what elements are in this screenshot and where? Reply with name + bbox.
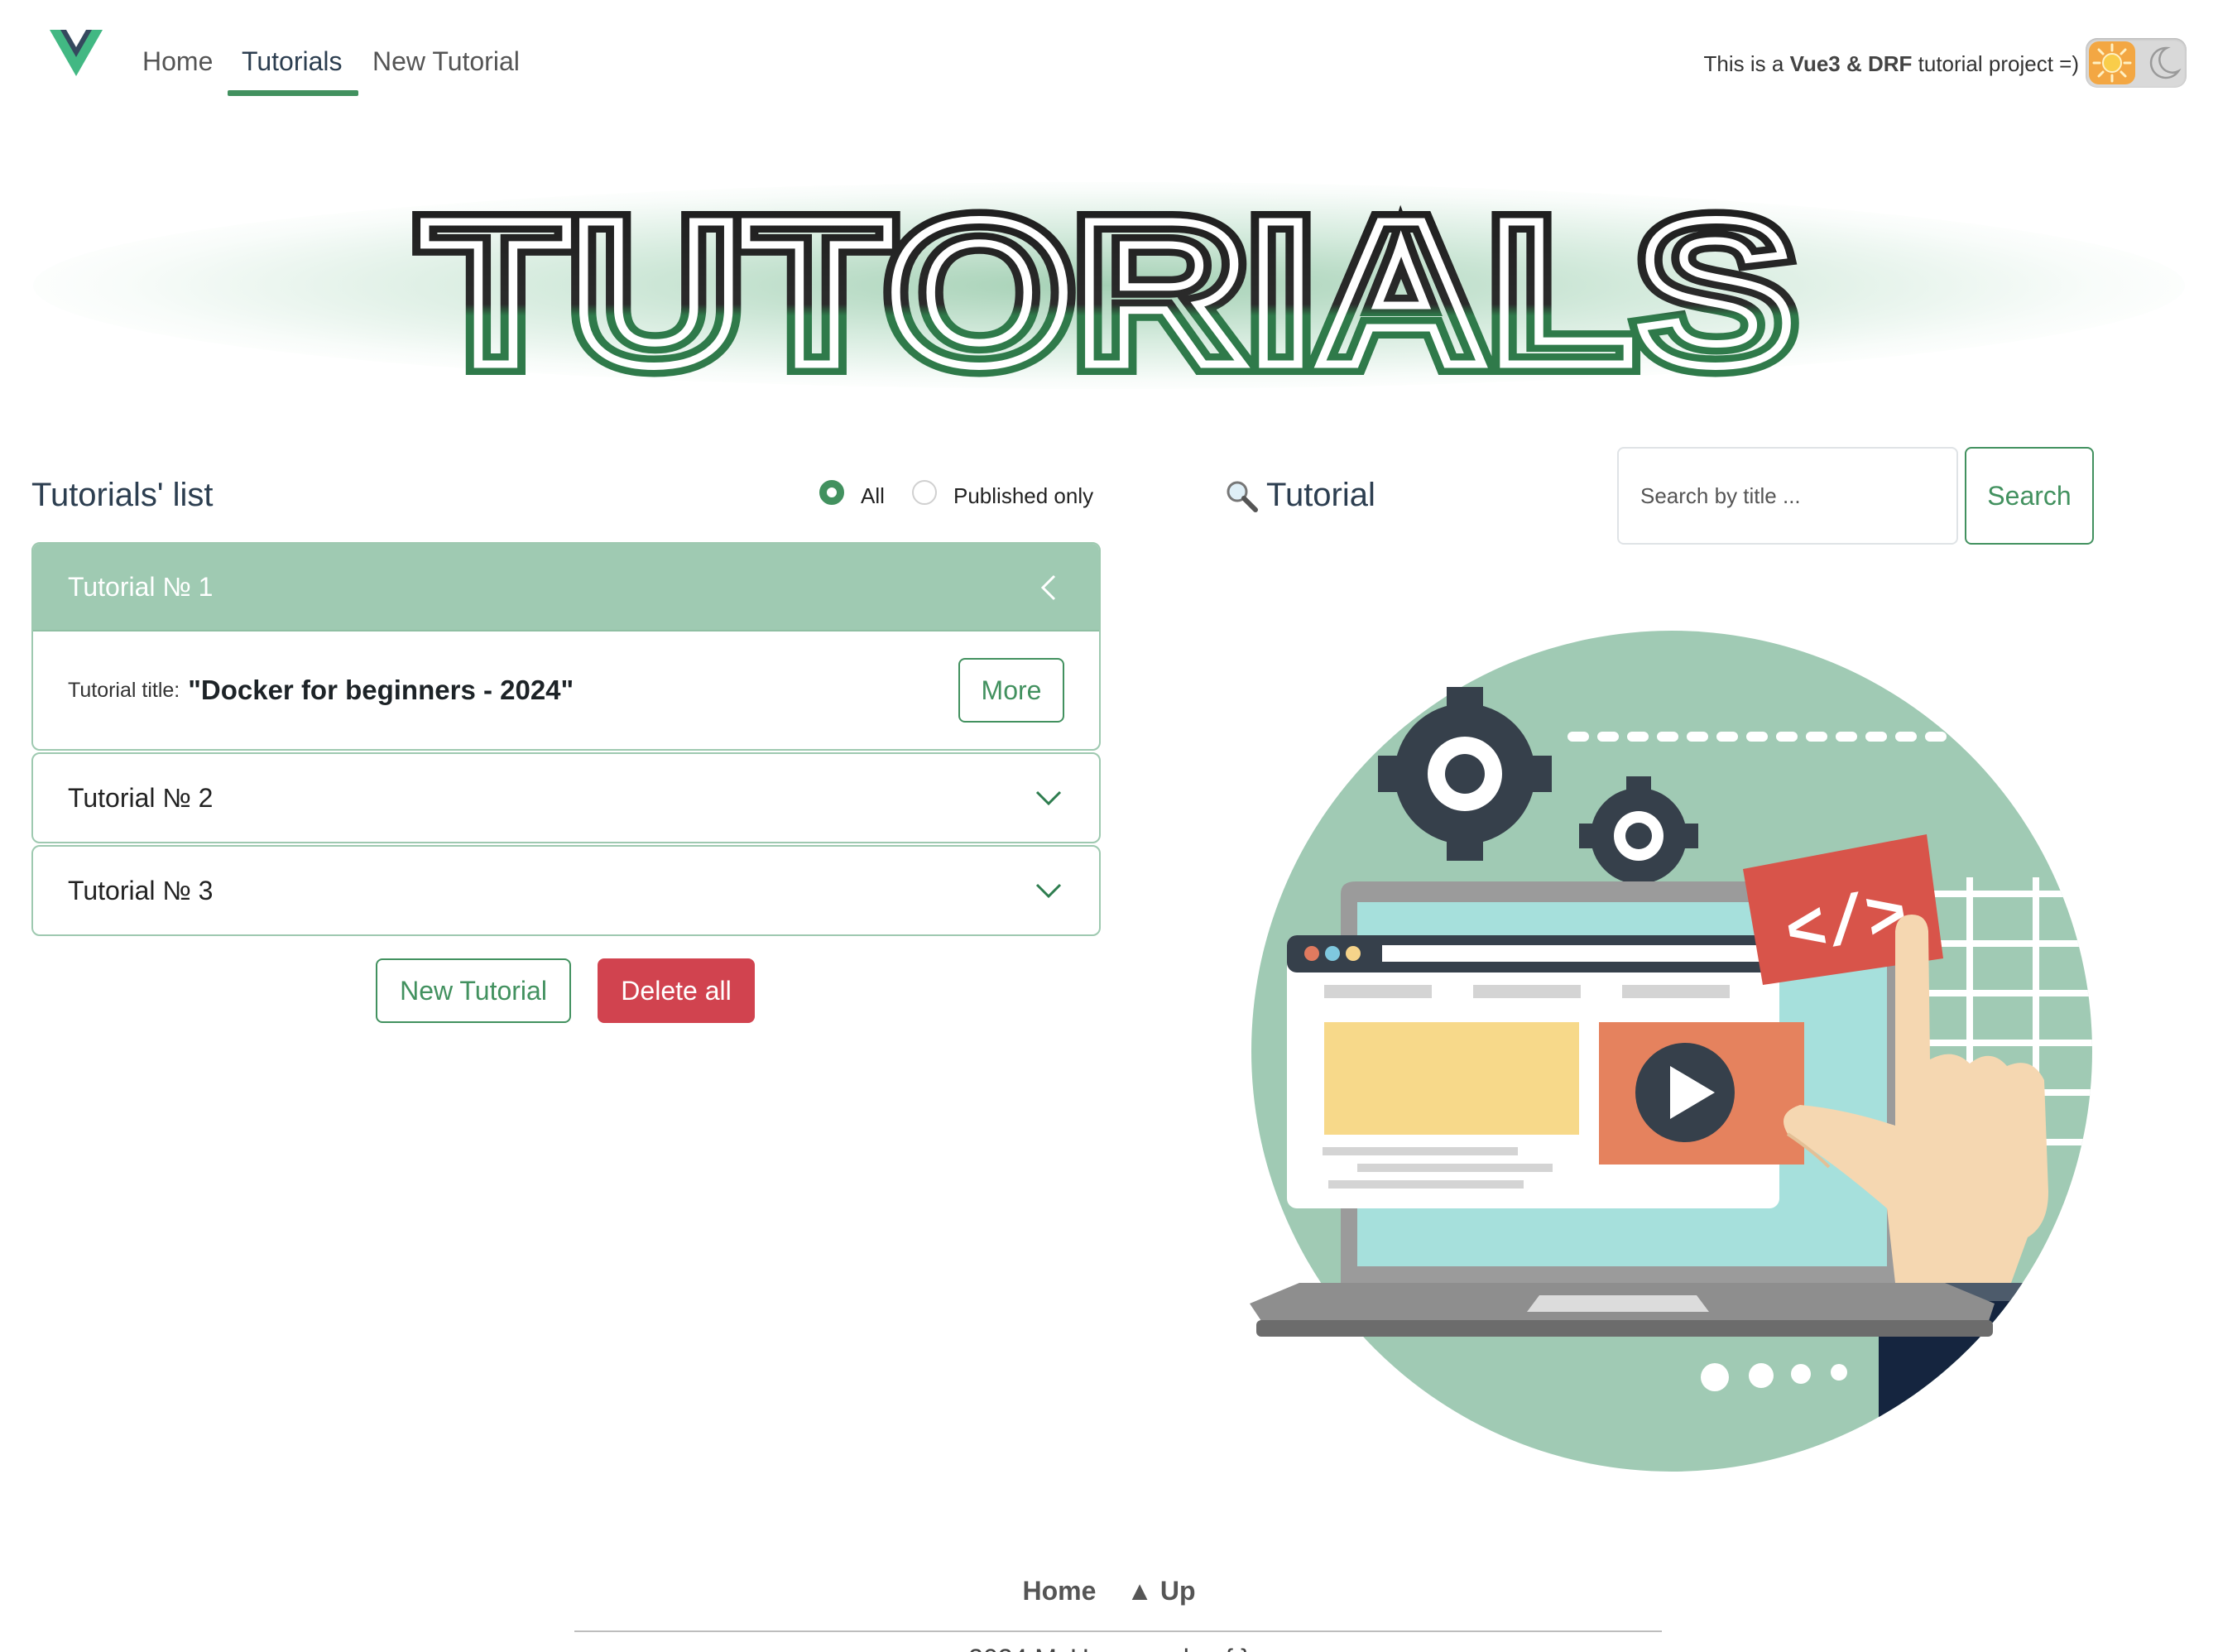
accordion-header[interactable]: Tutorial № 3 bbox=[33, 847, 1099, 934]
filter-all-radio[interactable] bbox=[819, 480, 844, 505]
accordion-header-label: Tutorial № 2 bbox=[68, 782, 214, 813]
search-heading: Tutorial bbox=[1225, 477, 1375, 514]
accordion-item: Tutorial № 1 Tutorial title: "Docker for… bbox=[31, 542, 1101, 751]
chevron-down-icon bbox=[1035, 790, 1062, 806]
hero-banner: TUTORIALS TUTORIALS bbox=[33, 157, 2185, 414]
vue-logo-icon[interactable] bbox=[50, 30, 103, 76]
magnifier-icon bbox=[1227, 481, 1258, 512]
accordion-item: Tutorial № 3 bbox=[31, 845, 1101, 936]
accordion-header-label: Tutorial № 3 bbox=[68, 875, 214, 905]
search-input[interactable] bbox=[1617, 447, 1958, 545]
more-button[interactable]: More bbox=[958, 658, 1064, 723]
new-tutorial-button[interactable]: New Tutorial bbox=[376, 958, 571, 1023]
nav-tutorials-link[interactable]: Tutorials bbox=[242, 46, 343, 77]
filter-published-radio[interactable] bbox=[912, 480, 937, 505]
hero-title: TUTORIALS TUTORIALS bbox=[411, 166, 1807, 414]
active-tab-indicator bbox=[228, 90, 358, 96]
navbar: Home Tutorials New Tutorial This is a Vu… bbox=[0, 0, 2218, 108]
tutorials-list-title: Tutorials' list bbox=[31, 477, 214, 513]
tutorials-accordion: Tutorial № 1 Tutorial title: "Docker for… bbox=[31, 542, 1101, 938]
delete-all-button[interactable]: Delete all bbox=[598, 958, 755, 1023]
footer-links: Home ▲ Up bbox=[0, 1576, 2218, 1606]
copyright-text: 2024 MyHomeworks, { } bbox=[0, 1644, 2218, 1652]
tutorial-title-label: Tutorial title: bbox=[68, 678, 180, 702]
filter-published-label[interactable]: Published only bbox=[953, 483, 1093, 509]
nav-home-link[interactable]: Home bbox=[142, 46, 213, 77]
footer-home-link[interactable]: Home bbox=[1022, 1576, 1096, 1606]
footer-divider bbox=[574, 1630, 1662, 1632]
filter-all-label[interactable]: All bbox=[861, 483, 885, 509]
chevron-down-icon bbox=[1035, 883, 1062, 899]
accordion-header[interactable]: Tutorial № 2 bbox=[33, 754, 1099, 842]
moon-icon bbox=[2149, 46, 2182, 79]
tutorial-title-value: "Docker for beginners - 2024" bbox=[188, 675, 574, 705]
search-button[interactable]: Search bbox=[1965, 447, 2094, 545]
project-tagline: This is a Vue3 & DRF tutorial project =) bbox=[1703, 51, 2079, 76]
accordion-body: Tutorial title: "Docker for beginners - … bbox=[33, 632, 1099, 749]
search-heading-label: Tutorial bbox=[1266, 477, 1375, 513]
nav-new-tutorial-link[interactable]: New Tutorial bbox=[372, 46, 520, 77]
accordion-header-label: Tutorial № 1 bbox=[68, 571, 214, 602]
theme-toggle[interactable] bbox=[2086, 38, 2187, 88]
footer-up-link[interactable]: ▲ Up bbox=[1126, 1576, 1195, 1606]
chevron-left-icon bbox=[1040, 574, 1056, 601]
sun-icon bbox=[2089, 41, 2135, 84]
accordion-header[interactable]: Tutorial № 1 bbox=[33, 544, 1099, 632]
accordion-item: Tutorial № 2 bbox=[31, 752, 1101, 843]
svg-text:TUTORIALS: TUTORIALS bbox=[422, 177, 1796, 408]
tutorial-illustration: </> bbox=[1250, 631, 2092, 1472]
